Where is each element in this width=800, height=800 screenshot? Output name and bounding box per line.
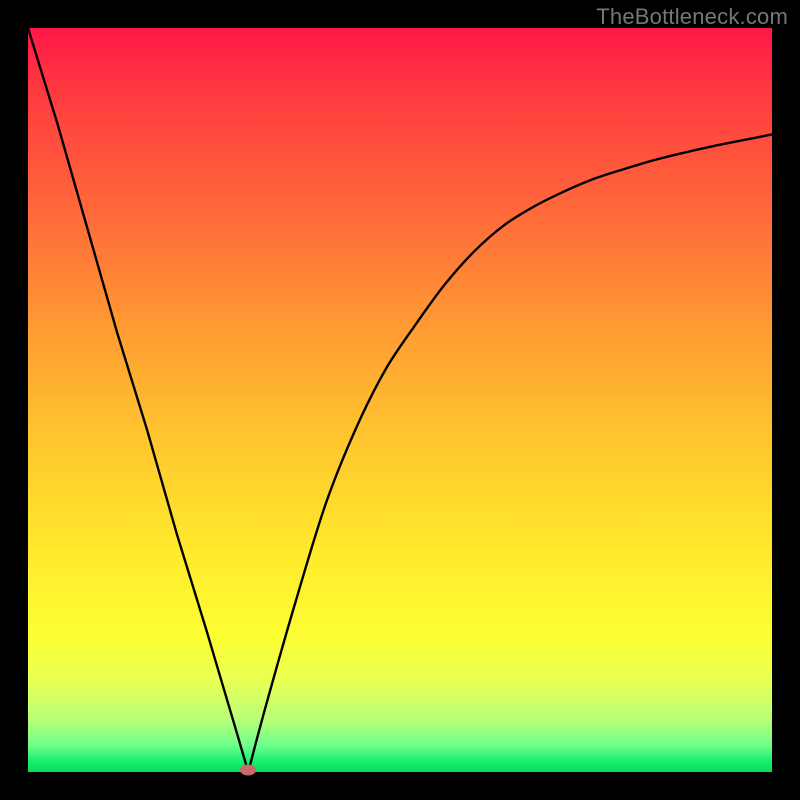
bottleneck-curve — [28, 28, 772, 772]
optimum-marker — [240, 765, 256, 776]
chart-container: TheBottleneck.com — [0, 0, 800, 800]
curve-path — [28, 28, 772, 772]
watermark-text: TheBottleneck.com — [596, 4, 788, 30]
